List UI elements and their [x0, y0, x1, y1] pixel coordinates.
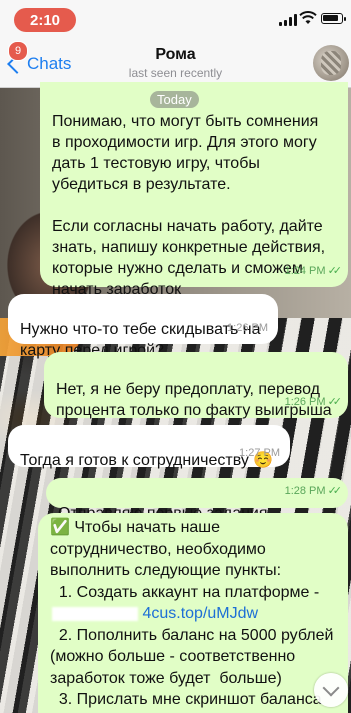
message-text: Тогда я готов к сотрудничеству ☺️ — [20, 452, 274, 469]
status-time: 2:10 — [14, 8, 76, 32]
task-line: выполнить следующие пункты: — [50, 562, 282, 579]
battery-icon — [321, 13, 346, 24]
message-bubble[interactable]: ✅ Чтобы начать наше сотрудничество, необ… — [38, 513, 348, 713]
contact-status: last seen recently — [128, 66, 223, 80]
status-bar: 2:10 — [0, 0, 351, 40]
task-line: ✅ Чтобы начать наше — [50, 519, 221, 536]
message-meta: 1:26 PM ✓✓ — [284, 392, 343, 413]
message-time: 1:24 PM — [284, 265, 326, 277]
double-check-icon: ✓✓ — [327, 265, 343, 277]
message-time: 1:26 PM — [284, 396, 326, 408]
wifi-icon — [299, 11, 317, 24]
chat-header: Chats 9 Рома last seen recently — [0, 40, 351, 88]
contact-avatar[interactable] — [313, 45, 349, 81]
task-line: 3. Прислать мне скриншот баланса — [50, 691, 322, 708]
message-bubble[interactable]: Нужно что-то тебе скидывать на карту пер… — [8, 294, 278, 359]
message-meta: 1:26 PM — [227, 318, 268, 339]
message-meta: 1:28 PM ✓✓ — [284, 481, 343, 502]
scroll-down-button[interactable] — [314, 673, 348, 707]
message-time: 1:28 PM — [284, 485, 326, 497]
message-bubble[interactable]: Нет, я не беру предоплату, перевод проце… — [44, 352, 348, 419]
contact-name[interactable]: Рома — [0, 46, 351, 64]
date-pill: Today — [150, 91, 199, 108]
message-meta: 1:27 PM — [239, 443, 280, 464]
message-time: 1:27 PM — [239, 447, 280, 459]
task-line: сотрудничество, необходимо — [50, 540, 266, 558]
platform-link[interactable]: 4cus.top/uMJdw — [142, 605, 258, 622]
message-meta: 1:24 PM ✓✓ — [284, 261, 343, 282]
double-check-icon: ✓✓ — [327, 485, 343, 497]
task-link-line: 4cus.top/uMJdw — [50, 603, 336, 625]
task-line: (можно больше - соответственно — [50, 648, 296, 665]
message-time: 1:26 PM — [227, 322, 268, 334]
task-line: 2. Пополнить баланс на 5000 рублей — [50, 626, 334, 644]
task-line: заработок тоже будет больше) — [50, 669, 282, 687]
message-bubble[interactable]: Отправляю первые задания 1:28 PM ✓✓ — [46, 478, 348, 522]
signal-icon — [279, 14, 297, 26]
message-bubble[interactable]: Тогда я готов к сотрудничеству ☺️ 1:27 P… — [8, 425, 290, 469]
message-bubble[interactable]: Понимаю, что могут быть сомнения в прохо… — [40, 82, 348, 298]
double-check-icon: ✓✓ — [327, 396, 343, 408]
task-line: 1. Создать аккаунт на платформе - — [50, 583, 320, 601]
redacted-region — [52, 606, 138, 621]
